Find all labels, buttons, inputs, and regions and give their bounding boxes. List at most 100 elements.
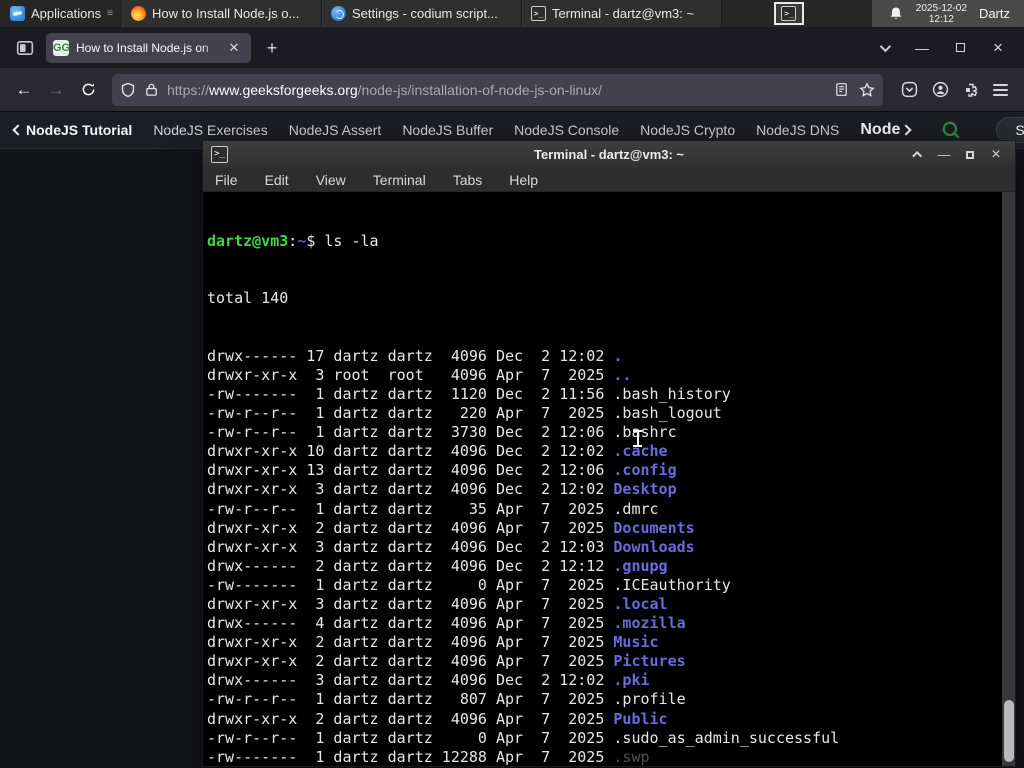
pocket-icon[interactable] xyxy=(901,81,918,98)
nav-link[interactable]: NodeJS Exercises xyxy=(153,122,267,138)
prompt-user: dartz@vm3 xyxy=(207,232,289,251)
workspace-pager[interactable]: >_ xyxy=(773,0,804,27)
file-name: .dmrc xyxy=(613,499,659,518)
panel-clock[interactable]: 2025-12-02 12:12 xyxy=(916,3,967,25)
taskbar-item-terminal[interactable]: >_ Terminal - dartz@vm3: ~ xyxy=(521,0,722,27)
file-name: Downloads xyxy=(613,537,695,556)
terminal-shade-button[interactable] xyxy=(907,145,929,165)
terminal-output-row: drwxr-xr-x 2 dartz dartz 4096 Apr 7 2025… xyxy=(207,652,686,671)
new-tab-button[interactable]: + xyxy=(257,34,287,62)
reload-button[interactable] xyxy=(72,75,104,105)
file-name: Documents xyxy=(613,518,695,537)
nav-link[interactable]: NodeJS DNS xyxy=(756,122,839,138)
search-icon[interactable] xyxy=(941,119,961,141)
xfce-logo-icon xyxy=(10,6,25,21)
file-name: .mozilla xyxy=(613,614,686,633)
taskbar-item-firefox[interactable]: How to Install Node.js o... xyxy=(121,0,322,27)
terminal-menu-edit[interactable]: Edit xyxy=(265,172,289,188)
forward-button[interactable]: → xyxy=(40,75,72,105)
firefox-view-icon[interactable] xyxy=(10,34,40,62)
applications-button[interactable]: Applications ≡ xyxy=(0,0,122,27)
taskbar-item-label: Settings - codium script... xyxy=(351,6,498,21)
hamburger-menu-icon[interactable] xyxy=(993,83,1008,96)
terminal-output-row: drwxr-xr-x 3 root root 4096 Apr 7 2025 .… xyxy=(207,365,632,384)
terminal-total-line: total 140 xyxy=(207,289,289,308)
panel-username[interactable]: Dartz xyxy=(979,6,1014,21)
window-minimize-button[interactable]: — xyxy=(908,35,936,61)
taskbar-item-vscodium[interactable]: Settings - codium script... xyxy=(321,0,522,27)
file-name: Music xyxy=(613,633,659,652)
file-name: .local xyxy=(613,594,668,613)
tab-close-icon[interactable]: ✕ xyxy=(224,38,244,58)
nav-primary-link[interactable]: NodeJS Tutorial xyxy=(12,122,132,138)
terminal-output-row: drwxr-xr-x 3 dartz dartz 4096 Dec 2 12:0… xyxy=(207,480,677,499)
terminal-close-button[interactable]: × xyxy=(985,145,1007,165)
terminal-output-row: drwxr-xr-x 2 dartz dartz 4096 Apr 7 2025… xyxy=(207,633,659,652)
navigation-toolbar: ← → https://www.geeksforgeeks.org/node-j… xyxy=(0,68,1024,112)
vscodium-icon xyxy=(330,6,346,21)
terminal-output-row: drwx------ 4 dartz dartz 4096 Apr 7 2025… xyxy=(207,614,686,633)
nav-overflow-link[interactable]: Node xyxy=(860,121,913,139)
reader-mode-icon[interactable] xyxy=(834,82,849,97)
terminal-output-row: drwx------ 17 dartz dartz 4096 Dec 2 12:… xyxy=(207,346,623,365)
terminal-menubar: File Edit View Terminal Tabs Help xyxy=(203,168,1015,192)
shield-icon[interactable] xyxy=(120,82,136,98)
clock-date: 2025-12-02 xyxy=(915,2,967,14)
terminal-minimize-button[interactable]: — xyxy=(933,145,955,165)
pager-active-window[interactable]: >_ xyxy=(773,2,804,25)
terminal-scrollbar-thumb[interactable] xyxy=(1003,700,1014,762)
url-scheme: https:// xyxy=(167,81,210,98)
terminal-menu-help[interactable]: Help xyxy=(509,172,538,188)
url-bar[interactable]: https://www.geeksforgeeks.org/node-js/in… xyxy=(112,73,883,106)
terminal-output-row: drwxr-xr-x 2 dartz dartz 4096 Apr 7 2025… xyxy=(207,709,668,728)
terminal-output-row: drwx------ 2 dartz dartz 4096 Dec 2 12:1… xyxy=(207,556,668,575)
file-name: .ICEauthority xyxy=(613,575,731,594)
file-name: .bash_history xyxy=(613,384,731,403)
terminal-maximize-button[interactable] xyxy=(959,145,981,165)
nav-link[interactable]: NodeJS Assert xyxy=(289,122,382,138)
tab-active[interactable]: GG How to Install Node.js on ✕ xyxy=(46,32,251,63)
taskbar-item-label: Terminal - dartz@vm3: ~ xyxy=(551,6,695,21)
file-name: Desktop xyxy=(613,480,677,499)
back-button[interactable]: ← xyxy=(8,75,40,105)
prompt-command: $ ls -la xyxy=(306,232,379,251)
terminal-icon: >_ xyxy=(530,6,546,21)
terminal-output-row: -rw-r--r-- 1 dartz dartz 220 Apr 7 2025 … xyxy=(207,404,722,423)
terminal-titlebar-icon: >_ xyxy=(211,146,228,163)
prompt-path: ~ xyxy=(297,232,307,251)
file-name: .config xyxy=(613,461,677,480)
terminal-output-row: -rw-r--r-- 1 dartz dartz 0 Apr 7 2025 .s… xyxy=(207,728,840,747)
list-tabs-chevron-icon[interactable] xyxy=(870,35,898,61)
nav-link[interactable]: NodeJS Crypto xyxy=(640,122,735,138)
lock-icon[interactable] xyxy=(144,82,159,97)
account-icon[interactable] xyxy=(932,81,949,98)
terminal-titlebar[interactable]: >_ Terminal - dartz@vm3: ~ — × xyxy=(203,141,1015,168)
nav-links: NodeJS Exercises NodeJS Assert NodeJS Buff… xyxy=(153,122,839,138)
terminal-title: Terminal - dartz@vm3: ~ xyxy=(533,147,685,162)
notifications-bell-icon[interactable] xyxy=(888,6,904,22)
terminal-menu-terminal[interactable]: Terminal xyxy=(373,172,426,188)
panel-status-area: 2025-12-02 12:12 Dartz xyxy=(871,0,1024,27)
terminal-output-row: drwxr-xr-x 10 dartz dartz 4096 Dec 2 12:… xyxy=(207,442,668,461)
file-name: .swp xyxy=(613,747,650,766)
url-path: /node-js/installation-of-node-js-on-linu… xyxy=(357,81,603,98)
bookmark-star-icon[interactable] xyxy=(859,81,875,98)
terminal-menu-view[interactable]: View xyxy=(316,172,346,188)
top-panel: Applications ≡ How to Install Node.js o.… xyxy=(0,0,1024,27)
terminal-menu-file[interactable]: File xyxy=(215,172,238,188)
terminal-prompt-line: dartz@vm3:~$ ls -la xyxy=(207,232,379,251)
nav-link[interactable]: NodeJS Buffer xyxy=(402,122,493,138)
terminal-menu-tabs[interactable]: Tabs xyxy=(453,172,483,188)
file-name: .sudo_as_admin_successful xyxy=(613,728,840,747)
chevron-left-icon xyxy=(12,124,24,136)
terminal-scrollbar[interactable] xyxy=(1002,192,1015,766)
window-close-button[interactable]: × xyxy=(984,35,1012,61)
terminal-window: >_ Terminal - dartz@vm3: ~ — × File Edit V… xyxy=(202,140,1016,767)
terminal-output-row: drwxr-xr-x 13 dartz dartz 4096 Dec 2 12:… xyxy=(207,461,677,480)
terminal-body[interactable]: dartz@vm3:~$ ls -la total 140 drwx------… xyxy=(203,192,1015,766)
chevron-right-icon xyxy=(900,124,913,136)
window-maximize-button[interactable] xyxy=(946,35,974,61)
terminal-output-row: drwxr-xr-x 2 dartz dartz 4096 Apr 7 2025… xyxy=(207,518,695,537)
nav-link[interactable]: NodeJS Console xyxy=(514,122,619,138)
extensions-icon[interactable] xyxy=(963,82,979,98)
